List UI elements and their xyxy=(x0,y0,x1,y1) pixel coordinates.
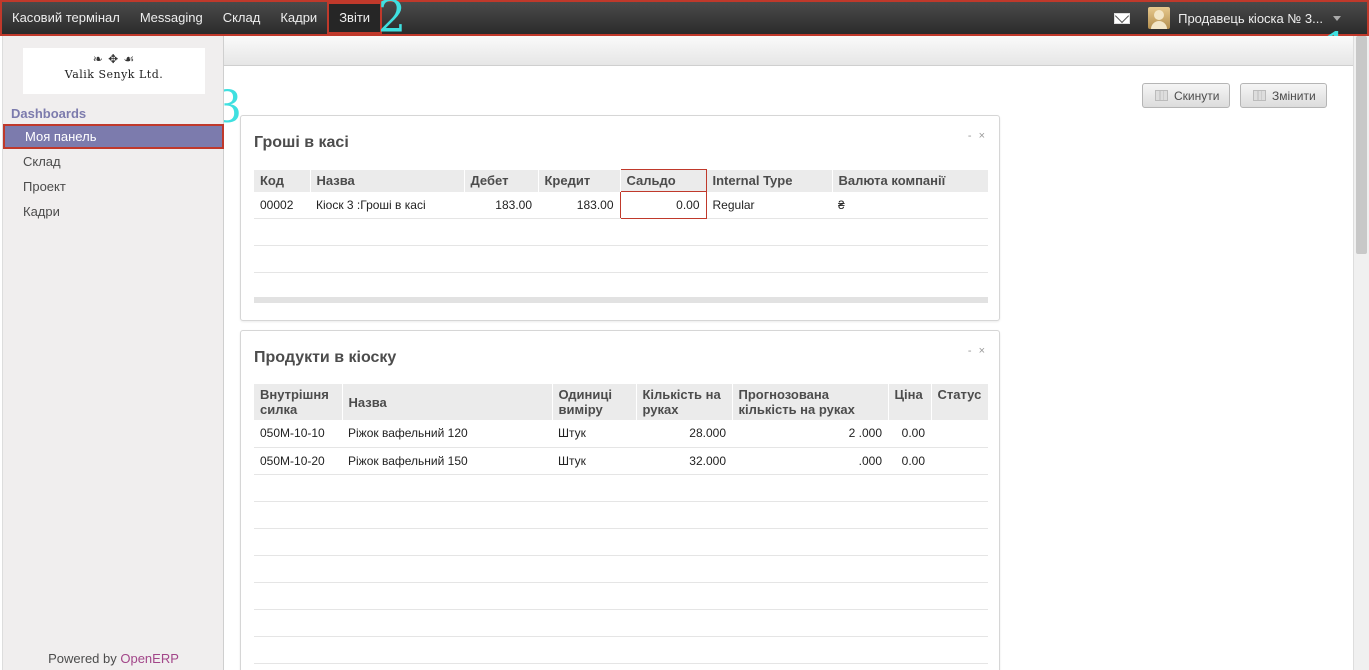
cell-uom: Штук xyxy=(552,447,636,475)
main-menu: Касовий термінал Messaging Склад Кадри З… xyxy=(2,2,383,34)
column-header[interactable]: Одиниці виміру xyxy=(552,384,637,420)
panel-close-icon[interactable]: - × xyxy=(968,345,987,357)
empty-row xyxy=(254,609,988,637)
column-header[interactable]: Дебет xyxy=(464,169,539,192)
column-header[interactable]: Кредит xyxy=(538,169,621,192)
powered-by: Powered by OpenERP xyxy=(3,651,224,666)
column-header[interactable]: Назва xyxy=(310,169,465,192)
cell-qty: 32.000 xyxy=(636,447,732,475)
panel-close-icon[interactable]: - × xyxy=(968,130,987,142)
column-header[interactable]: Внутрішня силка xyxy=(254,384,343,420)
products-panel: Продукти в кіоску - × Внутрішня силка На… xyxy=(240,330,1000,670)
cell-currency: ₴ xyxy=(832,191,988,219)
column-header[interactable]: Кількість на руках xyxy=(636,384,733,420)
top-menu-bar: Касовий термінал Messaging Склад Кадри З… xyxy=(0,0,1369,36)
scrollbar-thumb[interactable] xyxy=(1356,36,1367,254)
cell-ref: 050M-10-20 xyxy=(254,447,342,475)
column-header[interactable]: Назва xyxy=(342,384,553,420)
cell-internal-type: Regular xyxy=(706,191,832,219)
chevron-down-icon[interactable] xyxy=(1333,15,1341,21)
cell-forecast: .000 xyxy=(732,447,888,475)
logo-ornament-icon: ❧ ✥ ☙ xyxy=(92,52,136,66)
cell-name: Кіоск 3 :Гроші в касі xyxy=(310,191,464,219)
sidebar-list: Моя панель Склад Проект Кадри xyxy=(3,124,224,224)
table-row[interactable]: 050M-10-10 Ріжок вафельний 120 Штук 28.0… xyxy=(254,420,988,448)
empty-row xyxy=(254,501,988,529)
change-layout-button[interactable]: Змінити xyxy=(1240,83,1327,108)
products-panel-title: Продукти в кіоску xyxy=(254,349,397,366)
menu-item-messaging[interactable]: Messaging xyxy=(130,2,213,34)
sidebar-item-warehouse[interactable]: Склад xyxy=(3,149,224,174)
reset-button[interactable]: Скинути xyxy=(1142,83,1231,108)
cell-debit: 183.00 xyxy=(464,191,538,219)
menu-item-warehouse[interactable]: Склад xyxy=(213,2,271,34)
annotation-2: 2 xyxy=(378,0,406,43)
empty-row xyxy=(254,636,988,664)
change-button-label: Змінити xyxy=(1272,88,1316,103)
products-table: Внутрішня силка Назва Одиниці виміру Кіл… xyxy=(254,384,989,664)
column-header[interactable]: Валюта компанії xyxy=(832,169,989,192)
powered-by-text: Powered by xyxy=(48,651,121,666)
logo-company-name: Valik Senyk Ltd. xyxy=(64,68,164,81)
vertical-scrollbar[interactable] xyxy=(1353,36,1369,670)
empty-row xyxy=(254,245,988,273)
table-header-row: Код Назва Дебет Кредит Сальдо Internal T… xyxy=(254,169,989,192)
layout-icon xyxy=(1155,90,1168,101)
envelope-icon[interactable] xyxy=(1114,12,1131,24)
empty-row xyxy=(254,555,988,583)
cell-code: 00002 xyxy=(254,191,310,219)
column-header[interactable]: Прогнозована кількість на руках xyxy=(732,384,889,420)
empty-row xyxy=(254,528,988,556)
table-header-row: Внутрішня силка Назва Одиниці виміру Кіл… xyxy=(254,384,989,420)
company-logo[interactable]: ❧ ✥ ☙ Valik Senyk Ltd. xyxy=(23,48,205,94)
cell-uom: Штук xyxy=(552,420,636,448)
cell-ref: 050M-10-10 xyxy=(254,420,342,448)
cell-status xyxy=(931,447,988,475)
table-row[interactable]: 00002 Кіоск 3 :Гроші в касі 183.00 183.0… xyxy=(254,191,988,219)
cash-table: Код Назва Дебет Кредит Сальдо Internal T… xyxy=(254,169,989,303)
avatar[interactable] xyxy=(1148,7,1171,29)
cell-balance: 0.00 xyxy=(619,191,707,219)
empty-row xyxy=(254,272,988,303)
column-header[interactable]: Ціна xyxy=(888,384,932,420)
openerp-link[interactable]: OpenERP xyxy=(120,651,179,666)
cash-panel-title: Гроші в касі xyxy=(254,134,349,151)
sidebar-item-project[interactable]: Проект xyxy=(3,174,224,199)
column-header[interactable]: Код xyxy=(254,169,311,192)
user-menu[interactable]: Продавець кіоска № 3... xyxy=(1178,11,1323,26)
sidebar-item-hr[interactable]: Кадри xyxy=(3,199,224,224)
menu-item-pos[interactable]: Касовий термінал xyxy=(2,2,130,34)
user-area: Продавець кіоска № 3... xyxy=(1114,2,1341,34)
menu-item-hr[interactable]: Кадри xyxy=(270,2,327,34)
menu-item-reports[interactable]: Звіти xyxy=(327,2,383,34)
column-header[interactable]: Internal Type xyxy=(706,169,833,192)
layout-icon xyxy=(1253,90,1266,101)
empty-row xyxy=(254,218,988,246)
cell-qty: 28.000 xyxy=(636,420,732,448)
cell-name: Ріжок вафельний 150 xyxy=(342,447,552,475)
cell-credit: 183.00 xyxy=(538,191,620,219)
cell-price: 0.00 xyxy=(888,420,931,448)
sidebar-section-title: Dashboards xyxy=(11,106,87,121)
sidebar: ❧ ✥ ☙ Valik Senyk Ltd. Dashboards Моя па… xyxy=(2,36,224,670)
cell-status xyxy=(931,420,988,448)
reset-button-label: Скинути xyxy=(1174,88,1220,103)
column-header[interactable]: Статус xyxy=(931,384,989,420)
column-header-balance[interactable]: Сальдо xyxy=(619,169,707,192)
sidebar-item-my-panel[interactable]: Моя панель xyxy=(3,124,224,149)
cell-forecast: 2 .000 xyxy=(732,420,888,448)
empty-row xyxy=(254,474,988,502)
view-header-bar xyxy=(224,36,1353,66)
table-row[interactable]: 050M-10-20 Ріжок вафельний 150 Штук 32.0… xyxy=(254,447,988,475)
empty-row xyxy=(254,582,988,610)
cash-panel: Гроші в касі - × Код Назва Дебет Кредит … xyxy=(240,115,1000,321)
cell-price: 0.00 xyxy=(888,447,931,475)
cell-name: Ріжок вафельний 120 xyxy=(342,420,552,448)
